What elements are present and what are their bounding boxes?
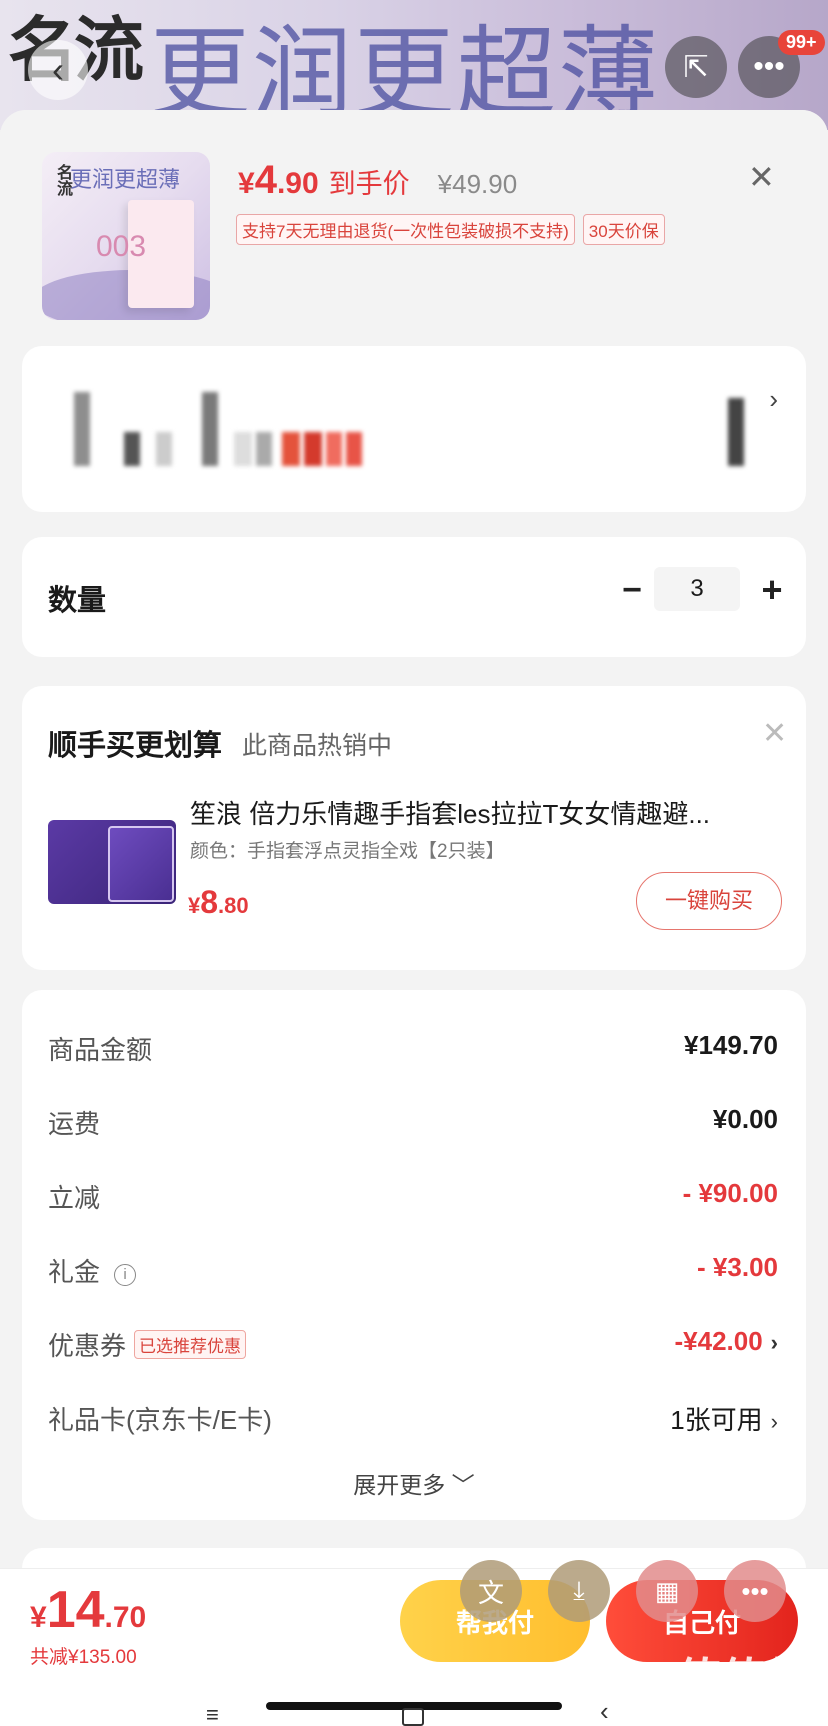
summary-value: -¥42.00 › bbox=[674, 1326, 778, 1357]
info-icon[interactable]: i bbox=[114, 1264, 137, 1286]
summary-row-goods: 商品金额 ¥149.70 bbox=[48, 1030, 778, 1070]
nav-back-icon[interactable]: ‹ bbox=[600, 1696, 609, 1726]
summary-value: ¥0.00 bbox=[712, 1104, 778, 1134]
chevron-left-icon: ‹ bbox=[52, 49, 64, 90]
quantity-minus-button[interactable]: − bbox=[612, 571, 652, 610]
address-chevron-icon: › bbox=[769, 384, 778, 414]
recommend-card: 顺手买更划算 此商品热销中 ✕ 笙浪 倍力乐情趣手指套les拉拉T女女情趣避..… bbox=[22, 686, 806, 970]
summary-row-coupon[interactable]: 优惠券 已选推荐优惠 -¥42.00 › bbox=[48, 1326, 778, 1366]
summary-label: 礼品卡(京东卡/E卡) bbox=[48, 1405, 272, 1435]
float-grid-button[interactable]: ▦ bbox=[636, 1560, 698, 1622]
price-int: 4 bbox=[254, 158, 277, 202]
rec-price-dec: .80 bbox=[218, 893, 249, 918]
bottom-total-price: ¥14.70 bbox=[30, 1580, 146, 1640]
product-header: 名流 更润更超薄 003 ¥4.90 到手价 ¥49.90 ✕ 支持7天无理由退… bbox=[0, 110, 828, 340]
recommend-item-price: ¥8.80 bbox=[188, 884, 249, 921]
close-icon[interactable]: ✕ bbox=[748, 158, 775, 196]
float-translate-button[interactable]: 文 bbox=[460, 1560, 522, 1622]
thumb-model: 003 bbox=[96, 230, 147, 263]
watermark-url: zhizhizhi.com bbox=[678, 1696, 781, 1715]
chevron-right-icon: › bbox=[770, 1330, 778, 1355]
recommend-item-name[interactable]: 笙浪 倍力乐情趣手指套les拉拉T女女情趣避... bbox=[190, 794, 770, 831]
recommend-item-spec: 颜色：手指套浮点灵指全戏【2只装】 bbox=[190, 841, 505, 862]
coupon-tag: 已选推荐优惠 bbox=[134, 1330, 247, 1359]
tag-return: 支持7天无理由退货(一次性包装破损不支持) bbox=[236, 214, 575, 245]
nav-menu-icon[interactable]: ≡ bbox=[206, 1702, 219, 1726]
summary-row-discount: 立减 - ¥90.00 bbox=[48, 1178, 778, 1218]
more-dots-icon: ••• bbox=[753, 50, 785, 83]
product-thumbnail[interactable]: 名流 更润更超薄 003 bbox=[42, 152, 210, 320]
price-dec: .90 bbox=[276, 167, 319, 200]
quantity-plus-button[interactable]: + bbox=[752, 569, 792, 611]
message-badge: 99+ bbox=[778, 30, 825, 55]
summary-value: ¥149.70 bbox=[684, 1030, 778, 1060]
price-currency: ¥ bbox=[238, 167, 255, 200]
back-button[interactable]: ‹ bbox=[28, 40, 88, 100]
final-price: ¥4.90 bbox=[238, 158, 319, 203]
original-price: ¥49.90 bbox=[437, 169, 518, 199]
translate-icon: 文 bbox=[477, 1577, 504, 1608]
recommend-item-image[interactable] bbox=[48, 820, 176, 904]
summary-row-shipping: 运费 ¥0.00 bbox=[48, 1104, 778, 1144]
chevron-right-icon: › bbox=[770, 1409, 778, 1434]
price-tag: 到手价 bbox=[328, 169, 410, 199]
rec-price-currency: ¥ bbox=[188, 893, 201, 918]
summary-row-gift-money: 礼金 i - ¥3.00 bbox=[48, 1252, 778, 1292]
coupon-label: 优惠券 bbox=[48, 1331, 127, 1361]
recommend-subtitle: 此商品热销中 bbox=[242, 732, 393, 760]
giftcard-value: 1张可用 bbox=[670, 1405, 763, 1435]
total-currency: ¥ bbox=[30, 1601, 47, 1634]
summary-value: - ¥3.00 bbox=[697, 1252, 778, 1282]
download-icon: ⤓ bbox=[573, 1575, 585, 1605]
tag-price-protect: 30天价保 bbox=[582, 214, 665, 245]
summary-row-giftcard[interactable]: 礼品卡(京东卡/E卡) 1张可用 › bbox=[48, 1400, 778, 1440]
coupon-value: -¥42.00 bbox=[674, 1326, 763, 1356]
gift-money-label: 礼金 bbox=[48, 1257, 101, 1287]
more-dots-icon: ••• bbox=[741, 1575, 769, 1606]
summary-label: 运费 bbox=[48, 1109, 101, 1139]
thumb-slogan: 更润更超薄 bbox=[70, 167, 181, 192]
recommend-close-icon[interactable]: ✕ bbox=[762, 716, 787, 751]
order-summary-card: 商品金额 ¥149.70 运费 ¥0.00 立减 - ¥90.00 礼金 i - … bbox=[22, 990, 806, 1520]
share-icon: ⇱ bbox=[683, 50, 709, 84]
total-dec: .70 bbox=[104, 1601, 147, 1634]
total-int: 14 bbox=[46, 1581, 105, 1639]
summary-value: - ¥90.00 bbox=[682, 1178, 778, 1208]
quantity-card: 数量 − 3 + bbox=[22, 537, 806, 657]
share-button[interactable]: ⇱ bbox=[665, 36, 727, 98]
one-click-buy-button[interactable]: 一键购买 bbox=[636, 872, 782, 930]
summary-label: 礼金 i bbox=[48, 1252, 137, 1289]
service-tags: 支持7天无理由退货(一次性包装破损不支持) 30天价保 bbox=[236, 214, 665, 245]
float-more-button[interactable]: ••• bbox=[724, 1560, 786, 1622]
address-card[interactable]: › bbox=[22, 346, 806, 512]
float-download-button[interactable]: ⤓ bbox=[548, 1560, 610, 1622]
price-row: ¥4.90 到手价 ¥49.90 bbox=[238, 158, 517, 203]
address-blurred bbox=[52, 386, 752, 476]
bottom-saved: 共减¥135.00 bbox=[30, 1647, 137, 1668]
summary-label: 商品金额 bbox=[48, 1035, 153, 1065]
summary-label: 立减 bbox=[48, 1183, 101, 1213]
quantity-label: 数量 bbox=[48, 585, 107, 617]
grid-icon: ▦ bbox=[654, 1575, 680, 1606]
summary-value: 1张可用 › bbox=[670, 1400, 778, 1437]
rec-price-int: 8 bbox=[200, 884, 219, 920]
quantity-input[interactable]: 3 bbox=[654, 567, 740, 611]
expand-more-button[interactable]: 展开更多 ﹀ bbox=[22, 1466, 806, 1500]
nav-home-icon[interactable] bbox=[402, 1708, 424, 1726]
summary-label: 优惠券 已选推荐优惠 bbox=[48, 1326, 247, 1363]
recommend-title: 顺手买更划算 bbox=[48, 730, 223, 762]
